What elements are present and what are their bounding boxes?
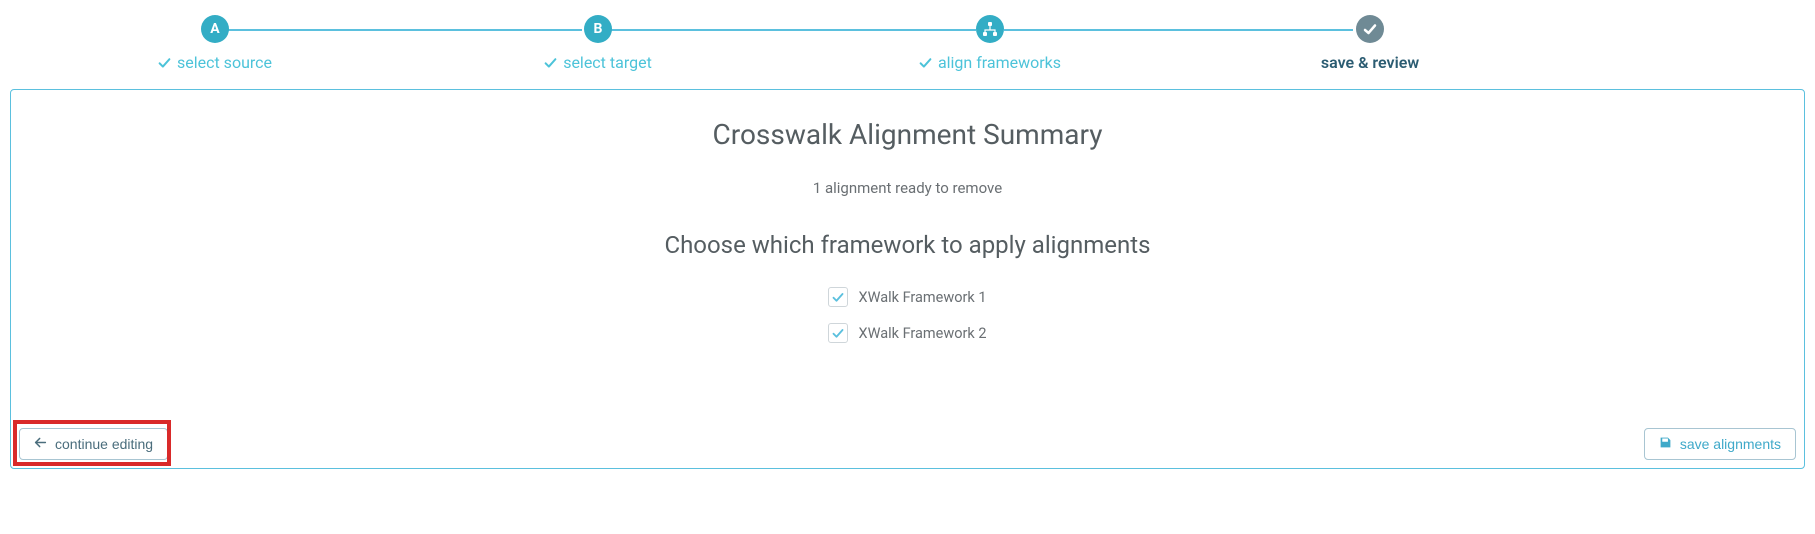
framework-list: XWalk Framework 1 XWalk Framework 2 [21, 287, 1794, 343]
sitemap-icon [982, 21, 998, 37]
continue-editing-button[interactable]: continue editing [19, 428, 168, 460]
save-alignments-button[interactable]: save alignments [1644, 428, 1796, 460]
arrow-left-icon [34, 436, 47, 452]
step-badge [1356, 15, 1384, 43]
page-title: Crosswalk Alignment Summary [21, 118, 1794, 151]
button-label: save alignments [1680, 436, 1781, 452]
framework-option[interactable]: XWalk Framework 1 [828, 287, 986, 307]
step-select-source[interactable]: A select source [140, 15, 290, 72]
step-save-review[interactable]: save & review [1300, 15, 1440, 72]
save-icon [1659, 436, 1672, 452]
check-circle-icon [1362, 21, 1378, 37]
button-label: continue editing [55, 436, 153, 452]
choose-framework-heading: Choose which framework to apply alignmen… [21, 231, 1794, 259]
check-icon [919, 56, 932, 69]
step-label-text: save & review [1321, 53, 1419, 72]
step-label-text: align frameworks [938, 53, 1061, 72]
step-align-frameworks[interactable]: align frameworks [905, 15, 1075, 72]
checkbox-checked[interactable] [828, 323, 848, 343]
framework-label: XWalk Framework 2 [858, 325, 986, 342]
step-select-target[interactable]: B select target [523, 15, 673, 72]
step-badge: A [201, 15, 229, 43]
checkbox-checked[interactable] [828, 287, 848, 307]
alignment-status-text: 1 alignment ready to remove [21, 179, 1794, 197]
step-label-text: select target [563, 53, 652, 72]
summary-panel: Crosswalk Alignment Summary 1 alignment … [10, 89, 1805, 469]
framework-option[interactable]: XWalk Framework 2 [828, 323, 986, 343]
framework-label: XWalk Framework 1 [858, 289, 986, 306]
progress-stepper: A select source B select target [10, 15, 1805, 79]
step-badge [976, 15, 1004, 43]
step-label-text: select source [177, 53, 272, 72]
step-badge: B [584, 15, 612, 43]
check-icon [544, 56, 557, 69]
check-icon [158, 56, 171, 69]
